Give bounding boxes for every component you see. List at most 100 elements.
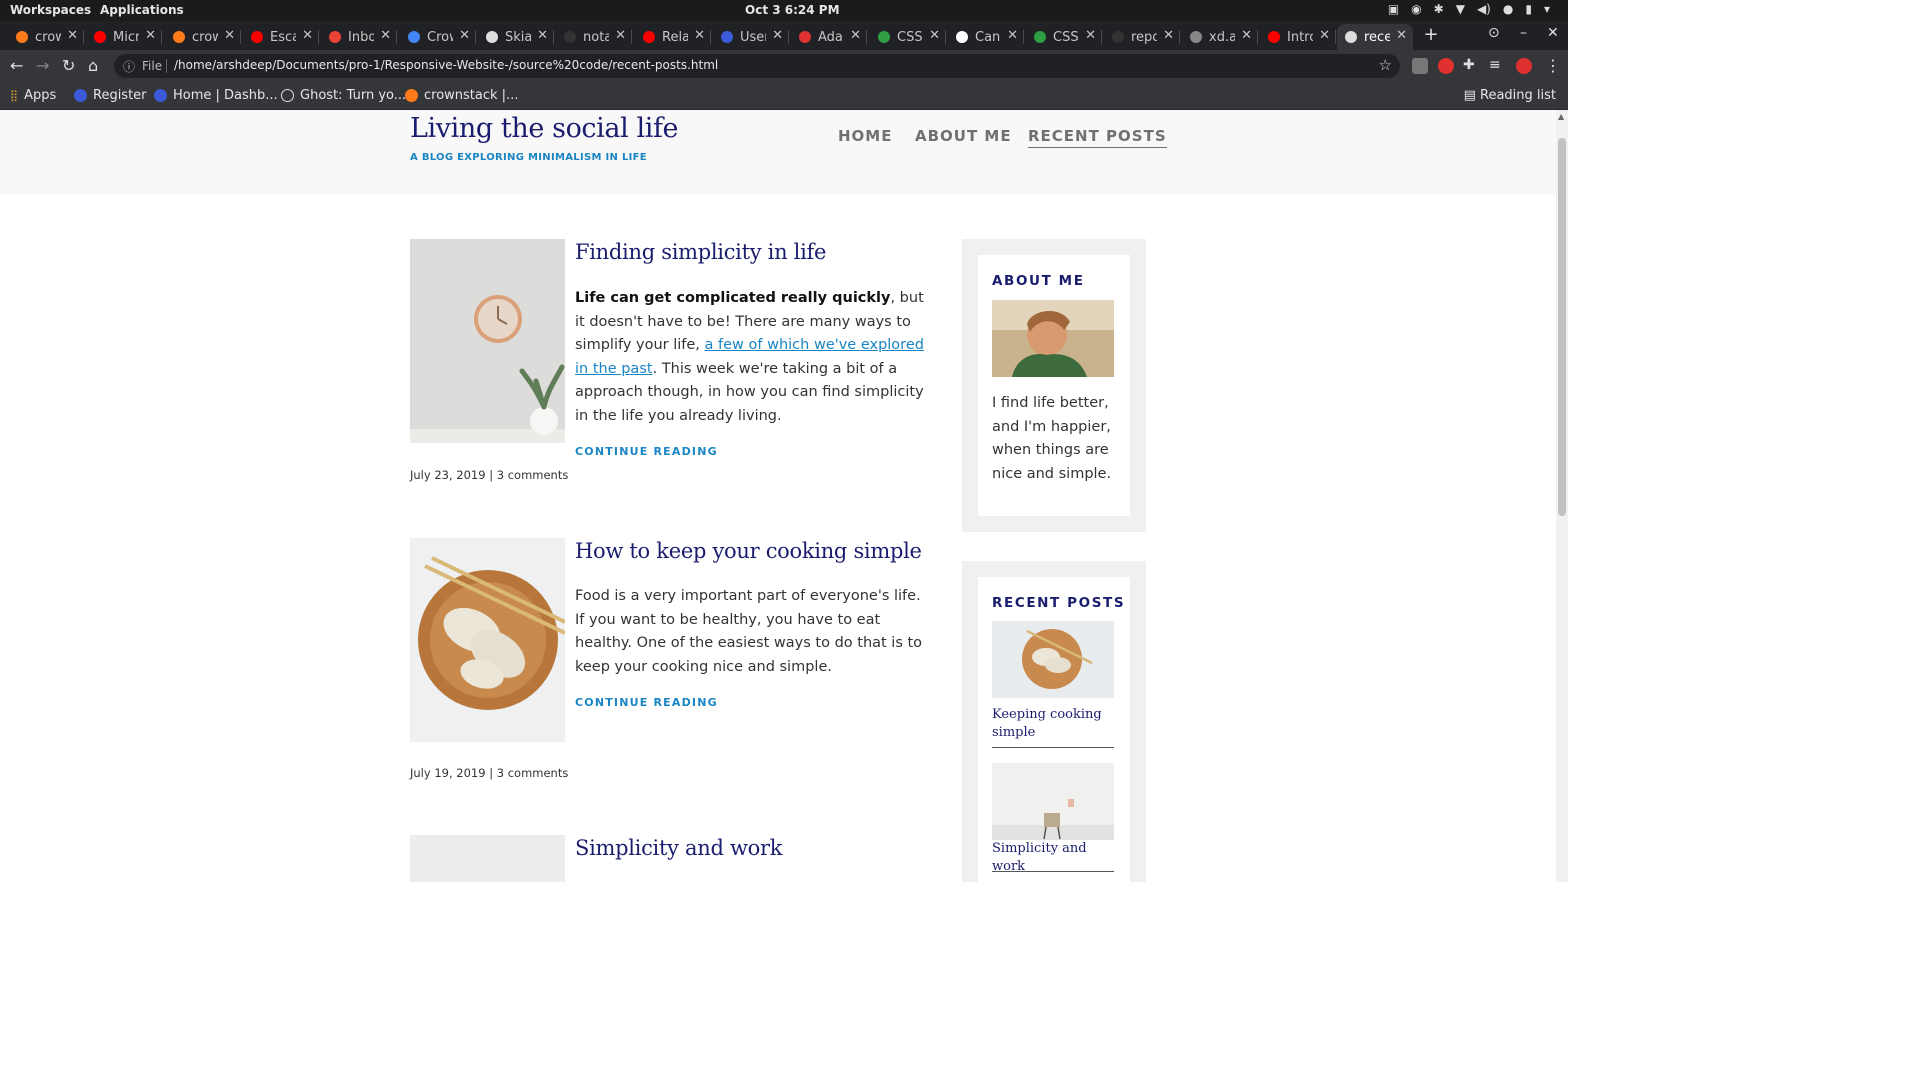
mic-icon[interactable]: ● [1503,2,1513,16]
browser-tab[interactable]: repo ✕ [1104,24,1180,50]
close-icon[interactable]: ✕ [1319,28,1330,43]
bookmark-apps[interactable]: ⣿ Apps [10,88,56,103]
recent-thumb-work[interactable] [992,763,1114,840]
site-title[interactable]: Living the social life [410,113,679,144]
close-icon[interactable]: ✕ [1163,28,1174,43]
close-icon[interactable]: ✕ [772,28,783,43]
close-icon[interactable]: ✕ [145,28,156,43]
screen-icon[interactable]: ▣ [1388,2,1399,16]
close-icon[interactable]: ✕ [615,28,626,43]
close-icon[interactable]: ✕ [67,28,78,43]
browser-tab[interactable]: CSS ✕ [1026,24,1102,50]
close-icon[interactable]: ✕ [224,28,235,43]
close-icon[interactable]: ✕ [1396,28,1407,43]
close-icon[interactable]: ✕ [537,28,548,43]
address-bar[interactable]: ⓘ File /home/arshdeep/Documents/pro-1/Re… [114,54,1400,78]
browser-tab[interactable]: rece ✕ [1337,24,1413,50]
continue-reading-link[interactable]: CONTINUE READING [575,445,718,458]
browser-tab[interactable]: Intro ✕ [1260,24,1336,50]
browser-tab[interactable]: CSS ✕ [870,24,946,50]
tab-separator [318,30,319,44]
battery-icon[interactable]: ▮ [1525,2,1532,16]
forward-arrow-icon[interactable]: → [36,56,49,75]
tab-separator [1335,30,1336,44]
scrollbar-thumb[interactable] [1558,138,1566,516]
recent-thumb-cooking[interactable] [992,621,1114,698]
browser-tab[interactable]: crow ✕ [8,24,84,50]
new-tab-button[interactable]: + [1421,25,1441,45]
back-arrow-icon[interactable]: ← [10,56,23,75]
browser-tab[interactable]: Can ✕ [948,24,1024,50]
slack-icon[interactable]: ✱ [1434,2,1444,16]
tab-favicon-icon [16,31,28,43]
close-icon[interactable]: ✕ [302,28,313,43]
bookmark-star-icon[interactable]: ☆ [1379,56,1392,74]
media-queue-icon[interactable]: ≡ [1489,57,1501,73]
close-icon[interactable]: ✕ [459,28,470,43]
tab-favicon-icon [173,31,185,43]
wifi-icon[interactable]: ▼ [1456,2,1465,16]
close-icon[interactable]: ✕ [694,28,705,43]
scroll-up-arrow-icon[interactable]: ▲ [1558,112,1564,121]
browser-tab[interactable]: Inbo ✕ [321,24,397,50]
k-icon [74,89,87,102]
tab-favicon-icon [94,31,106,43]
browser-tab[interactable]: crow ✕ [165,24,241,50]
close-icon[interactable]: ✕ [1085,28,1096,43]
reload-icon[interactable]: ↻ [62,56,75,75]
browser-tab[interactable]: Adap ✕ [791,24,867,50]
close-icon[interactable]: ✕ [850,28,861,43]
bookmark-crownstack[interactable]: crownstack |... [405,88,518,103]
bookmark-home-dashboard[interactable]: Home | Dashb... [154,88,278,103]
browser-tab[interactable]: User ✕ [713,24,789,50]
close-icon[interactable]: ✕ [929,28,940,43]
browser-tab[interactable]: xd.a ✕ [1182,24,1258,50]
post-title[interactable]: Simplicity and work [575,836,783,860]
puzzle-icon[interactable]: ✚ [1463,57,1475,73]
browser-tab[interactable]: Micr ✕ [86,24,162,50]
post-image-clock[interactable] [410,239,565,443]
nav-about-me[interactable]: ABOUT ME [915,127,1012,145]
site-tagline: A BLOG EXPLORING MINIMALISM IN LIFE [410,152,647,163]
post-image-work[interactable] [410,835,565,882]
browser-tab[interactable]: Rela ✕ [635,24,711,50]
chevron-down-icon[interactable]: ▾ [1544,2,1550,16]
close-icon[interactable]: ✕ [380,28,391,43]
extension-icon[interactable] [1438,58,1454,74]
close-window-button[interactable]: ✕ [1547,25,1559,41]
browser-tab[interactable]: Crow ✕ [400,24,476,50]
close-icon[interactable]: ✕ [1007,28,1018,43]
post-title[interactable]: Finding simplicity in life [575,240,826,264]
divider [992,747,1114,748]
reading-list-button[interactable]: ▤ Reading list [1464,88,1556,103]
bookmark-ghost[interactable]: Ghost: Turn yo... [281,88,406,103]
browser-tab[interactable]: Esca ✕ [243,24,319,50]
post-title[interactable]: How to keep your cooking simple [575,539,922,563]
applications-menu[interactable]: Applications [100,3,184,17]
bookmark-register[interactable]: Register [74,88,147,103]
minimize-button[interactable]: – [1520,25,1527,41]
tab-separator [240,30,241,44]
volume-icon[interactable]: ◀) [1477,2,1491,16]
close-icon[interactable]: ✕ [1241,28,1252,43]
nav-home[interactable]: HOME [838,127,892,145]
url-text[interactable]: /home/arshdeep/Documents/pro-1/Responsiv… [174,58,718,72]
profile-avatar[interactable] [1516,58,1532,74]
extension-icon[interactable] [1412,58,1428,74]
kebab-menu-icon[interactable]: ⋮ [1545,56,1561,75]
tab-separator [945,30,946,44]
post-image-dumplings[interactable] [410,538,565,742]
tab-search-button[interactable]: ⊙ [1488,25,1500,41]
tab-favicon-icon [721,31,733,43]
recent-post-link[interactable]: Keeping cooking simple [992,706,1116,742]
info-icon[interactable]: ⓘ [123,58,135,75]
page-scrollbar[interactable]: ▲ [1556,110,1568,882]
workspaces-menu[interactable]: Workspaces [10,3,91,17]
home-icon[interactable]: ⌂ [88,56,98,75]
system-clock[interactable]: Oct 3 6:24 PM [745,3,840,17]
browser-tab[interactable]: Skia ✕ [478,24,554,50]
browser-tab[interactable]: nota ✕ [556,24,632,50]
discord-icon[interactable]: ◉ [1411,2,1421,16]
continue-reading-link[interactable]: CONTINUE READING [575,696,718,709]
nav-recent-posts[interactable]: RECENT POSTS [1028,127,1167,148]
